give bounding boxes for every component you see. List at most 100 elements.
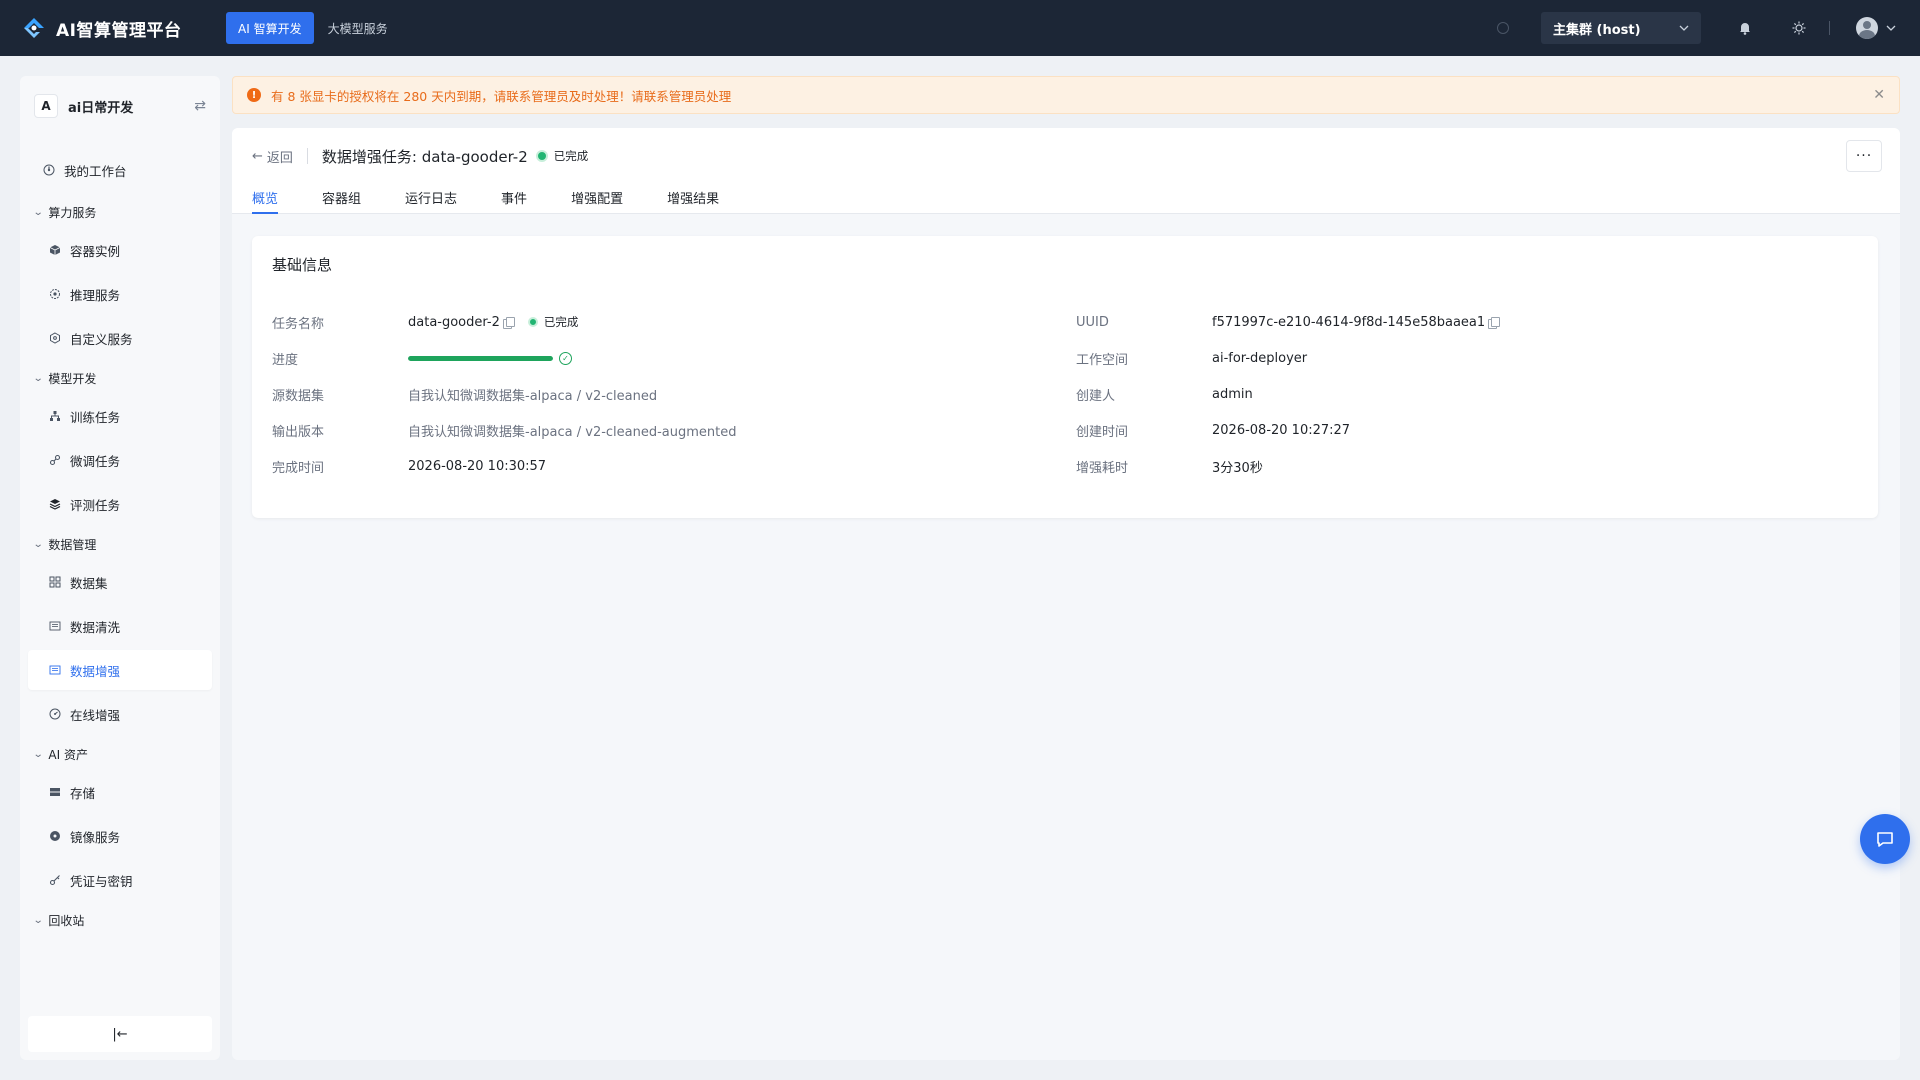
gear-cube-icon bbox=[48, 287, 62, 301]
copy-icon[interactable] bbox=[502, 316, 515, 329]
cube-icon bbox=[48, 243, 62, 257]
hexagon-icon bbox=[48, 331, 62, 345]
tab-augment-result[interactable]: 增强结果 bbox=[667, 178, 719, 214]
chevron-down-icon bbox=[1886, 25, 1896, 31]
cluster-select[interactable]: 主集群 (host) bbox=[1541, 12, 1701, 44]
sidebar-group-label: 模型开发 bbox=[48, 371, 97, 386]
info-row-output: 输出版本 自我认知微调数据集-alpaca / v2-cleaned-augme… bbox=[272, 412, 1052, 448]
sidebar-item-label: 评测任务 bbox=[70, 497, 121, 513]
sidebar-group-model-dev[interactable]: ⌄ 模型开发 bbox=[28, 366, 212, 390]
tab-bar: 概览 容器组 运行日志 事件 增强配置 增强结果 bbox=[252, 178, 763, 214]
sidebar-item-finetune-task[interactable]: 微调任务 bbox=[28, 440, 212, 480]
uuid-value: f571997c-e210-4614-9f8d-145e58baaea1 bbox=[1212, 314, 1501, 330]
layers-icon bbox=[48, 497, 62, 511]
workspace-name: ai日常开发 bbox=[68, 100, 134, 116]
status-badge: 已完成 bbox=[543, 315, 579, 329]
creator-value: admin bbox=[1212, 386, 1253, 402]
task-name-value: data-gooder-2 已完成 bbox=[408, 314, 578, 330]
sidebar: A ai日常开发 ⇄ 我的工作台 ⌄ 算力服务 容器实例 推理服务 自定义服务 bbox=[20, 76, 220, 1060]
cluster-select-label: 主集群 (host) bbox=[1553, 22, 1641, 38]
chevron-down-icon: ⌄ bbox=[32, 206, 44, 218]
finished-time-value: 2026-08-20 10:30:57 bbox=[408, 458, 547, 474]
info-row-uuid: UUID f571997c-e210-4614-9f8d-145e58baaea… bbox=[1076, 304, 1856, 340]
close-icon[interactable]: ✕ bbox=[1873, 87, 1885, 103]
info-label: 源数据集 bbox=[272, 388, 325, 404]
uuid-text: f571997c-e210-4614-9f8d-145e58baaea1 bbox=[1212, 314, 1486, 330]
info-row-duration: 增强耗时 3分30秒 bbox=[1076, 448, 1856, 484]
sidebar-group-compute[interactable]: ⌄ 算力服务 bbox=[28, 200, 212, 224]
output-version-link[interactable]: 自我认知微调数据集-alpaca / v2-cleaned-augmented bbox=[408, 421, 737, 440]
sidebar-group-ai-assets[interactable]: ⌄ AI 资产 bbox=[28, 742, 212, 766]
sidebar-item-online-augment[interactable]: 在线增强 bbox=[28, 694, 212, 734]
info-label: 创建时间 bbox=[1076, 424, 1129, 440]
top-right-tools: 主集群 (host) bbox=[1497, 12, 1896, 44]
sidebar-menu: 我的工作台 ⌄ 算力服务 容器实例 推理服务 自定义服务 ⌄ 模型开发 训练任务 bbox=[20, 150, 220, 932]
source-dataset-link[interactable]: 自我认知微调数据集-alpaca / v2-cleaned bbox=[408, 385, 657, 404]
top-nav-ai-dev[interactable]: AI 智算开发 bbox=[226, 12, 314, 44]
info-label: 任务名称 bbox=[272, 316, 325, 332]
info-label: 工作空间 bbox=[1076, 352, 1129, 368]
sidebar-item-workbench[interactable]: 我的工作台 bbox=[28, 150, 212, 190]
dashboard-icon bbox=[42, 163, 56, 177]
tab-overview[interactable]: 概览 bbox=[252, 178, 279, 214]
back-link[interactable]: ← 返回 bbox=[252, 147, 293, 166]
key-icon bbox=[48, 873, 62, 887]
sidebar-item-data-cleaning[interactable]: 数据清洗 bbox=[28, 606, 212, 646]
collapse-sidebar-button[interactable]: |← bbox=[28, 1016, 212, 1052]
check-circle-icon: ✓ bbox=[559, 351, 572, 365]
chevron-down-icon: ⌄ bbox=[32, 914, 44, 926]
page-title: 数据增强任务: data-gooder-2 bbox=[321, 147, 528, 166]
sidebar-item-eval-task[interactable]: 评测任务 bbox=[28, 484, 212, 524]
sidebar-item-dataset[interactable]: 数据集 bbox=[28, 562, 212, 602]
duration-value: 3分30秒 bbox=[1212, 460, 1263, 476]
more-actions-button[interactable]: ··· bbox=[1846, 140, 1882, 172]
sidebar-item-image-service[interactable]: 镜像服务 bbox=[28, 816, 212, 856]
tab-events[interactable]: 事件 bbox=[501, 178, 527, 214]
sidebar-item-storage[interactable]: 存储 bbox=[28, 772, 212, 812]
back-label: 返回 bbox=[266, 150, 293, 166]
alert-text: 有 8 张显卡的授权将在 280 天内到期，请联系管理员及时处理！请联系管理员处… bbox=[271, 88, 732, 104]
sidebar-group-label: 回收站 bbox=[48, 913, 85, 928]
top-nav-llm-service[interactable]: 大模型服务 bbox=[316, 12, 400, 44]
title-row: ← 返回 数据增强任务: data-gooder-2 已完成 bbox=[252, 142, 588, 170]
sidebar-item-data-augment[interactable]: 数据增强 bbox=[28, 650, 212, 690]
sidebar-item-label: 数据清洗 bbox=[70, 619, 121, 635]
info-row-workspace: 工作空间 ai-for-deployer bbox=[1076, 340, 1856, 376]
info-row-source: 源数据集 自我认知微调数据集-alpaca / v2-cleaned bbox=[272, 376, 1052, 412]
info-label: 增强耗时 bbox=[1076, 460, 1129, 476]
sidebar-item-custom-service[interactable]: 自定义服务 bbox=[28, 318, 212, 358]
info-label: 输出版本 bbox=[272, 424, 325, 440]
brand[interactable]: AI智算管理平台 bbox=[20, 14, 206, 42]
status-dot-icon bbox=[527, 317, 538, 327]
tab-augment-config[interactable]: 增强配置 bbox=[571, 178, 623, 214]
sidebar-item-container-instance[interactable]: 容器实例 bbox=[28, 230, 212, 270]
sidebar-item-label: 推理服务 bbox=[70, 287, 121, 303]
sidebar-item-credentials[interactable]: 凭证与密钥 bbox=[28, 860, 212, 900]
sidebar-item-label: 容器实例 bbox=[70, 243, 121, 259]
search-dot-icon[interactable] bbox=[1497, 22, 1509, 34]
task-name-text: data-gooder-2 bbox=[408, 314, 500, 330]
sidebar-group-data-mgmt[interactable]: ⌄ 数据管理 bbox=[28, 532, 212, 556]
tab-pods[interactable]: 容器组 bbox=[322, 178, 361, 214]
tab-logs[interactable]: 运行日志 bbox=[405, 178, 457, 214]
switch-workspace-icon[interactable]: ⇄ bbox=[194, 98, 206, 114]
sidebar-group-recycle-bin[interactable]: ⌄ 回收站 bbox=[28, 908, 212, 932]
progress-fill bbox=[408, 355, 553, 361]
info-row-finished: 完成时间 2026-08-20 10:30:57 bbox=[272, 448, 1052, 484]
avatar bbox=[1856, 17, 1878, 39]
copy-icon[interactable] bbox=[1488, 316, 1501, 329]
sun-icon[interactable] bbox=[1789, 18, 1809, 38]
chevron-down-icon: ⌄ bbox=[32, 748, 44, 760]
brand-name: AI智算管理平台 bbox=[56, 20, 182, 41]
table-icon bbox=[48, 619, 62, 633]
user-menu[interactable] bbox=[1856, 17, 1896, 39]
sidebar-item-training-task[interactable]: 训练任务 bbox=[28, 396, 212, 436]
sidebar-item-inference-service[interactable]: 推理服务 bbox=[28, 274, 212, 314]
status-dot-icon bbox=[535, 150, 548, 162]
chat-button[interactable] bbox=[1860, 814, 1910, 864]
sidebar-item-label: 微调任务 bbox=[70, 453, 121, 469]
table-icon bbox=[48, 663, 62, 677]
bell-icon[interactable] bbox=[1735, 18, 1755, 38]
info-label: UUID bbox=[1076, 314, 1109, 330]
top-nav: AI 智算开发 大模型服务 bbox=[226, 12, 402, 44]
